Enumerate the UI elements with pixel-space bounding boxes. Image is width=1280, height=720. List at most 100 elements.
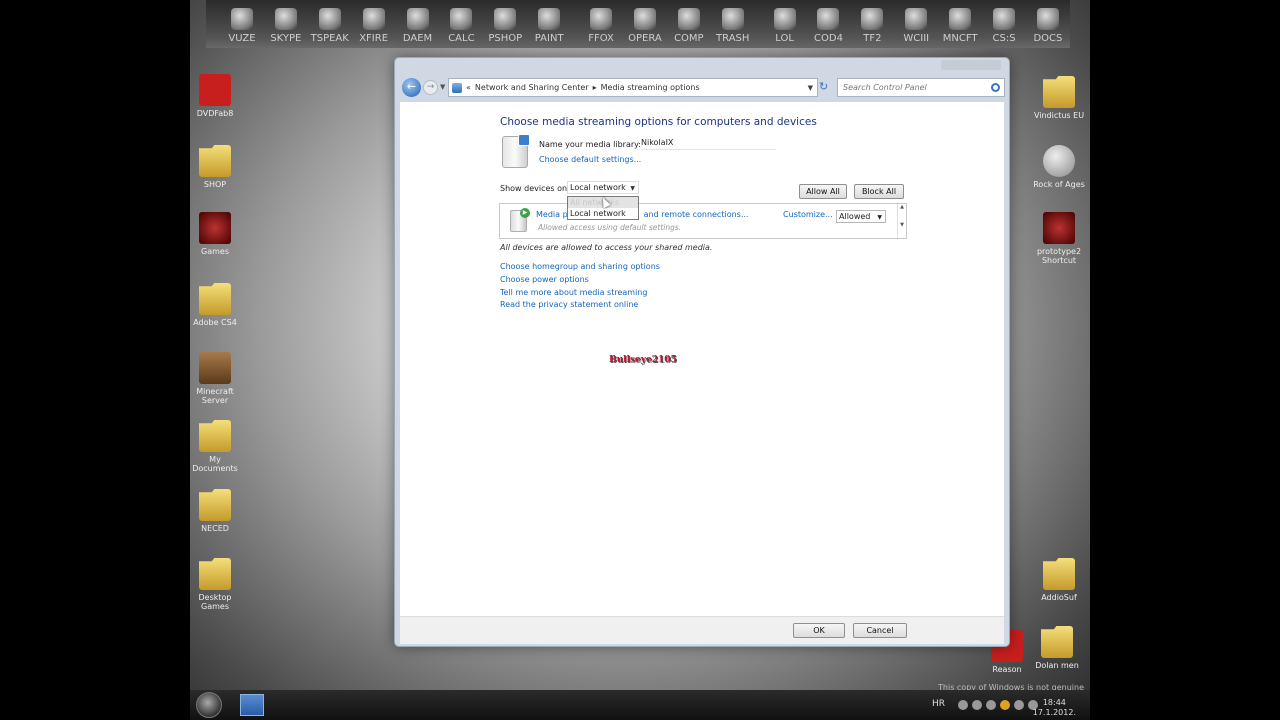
dock-item-opera[interactable]: OPERA (623, 8, 667, 44)
media-streaming-help-link[interactable]: Tell me more about media streaming (500, 288, 647, 297)
desktop-icon-my-documents[interactable]: My Documents (190, 420, 244, 473)
dock-item-docs[interactable]: DOCS (1026, 8, 1070, 44)
paint-icon (538, 8, 561, 30)
dock-item-pshop[interactable]: PSHOP (483, 8, 527, 44)
library-name-field[interactable]: NikolaIX (641, 138, 776, 150)
desktop-icon-adobe[interactable]: Adobe CS4 (190, 283, 244, 327)
ok-button[interactable]: OK (793, 623, 845, 638)
homegroup-sharing-link[interactable]: Choose homegroup and sharing options (500, 262, 660, 271)
search-placeholder: Search Control Panel (843, 83, 927, 92)
warcraft-icon (905, 8, 928, 30)
option-local-network[interactable]: Local network (568, 208, 638, 219)
cancel-button[interactable]: Cancel (853, 623, 907, 638)
desktop-icon-dolan-men[interactable]: Dolan men (1028, 626, 1086, 670)
allow-all-button[interactable]: Allow All (799, 184, 847, 199)
show-devices-label: Show devices on: (500, 184, 570, 193)
clock[interactable]: 18:44 17.1.2012. (1033, 698, 1076, 718)
dock-item-comp[interactable]: COMP (667, 8, 711, 44)
dock-item-label: LOL (775, 33, 794, 44)
dock-item-calc[interactable]: CALC (439, 8, 483, 44)
dock-item-tspeak[interactable]: TSPEAK (308, 8, 352, 44)
desktop-icon-desktop-games[interactable]: Desktop Games (190, 558, 244, 611)
control-panel-icon (452, 82, 462, 93)
dock-item-label: COMP (674, 33, 704, 44)
dock-item-trash[interactable]: TRASH (711, 8, 755, 44)
forward-button[interactable]: → (423, 80, 438, 95)
dock-item-vuze[interactable]: VUZE (220, 8, 264, 44)
network-icon[interactable] (1014, 700, 1024, 710)
media-library-icon (502, 134, 530, 168)
dock-item-skype[interactable]: SKYPE (264, 8, 308, 44)
dock-item-cod4[interactable]: COD4 (807, 8, 851, 44)
desktop-icon-games[interactable]: Games (190, 212, 244, 256)
recent-pages-dropdown[interactable]: ▼ (440, 83, 445, 91)
dock-item-daem[interactable]: DAEM (396, 8, 440, 44)
desktop-icon-vindictus[interactable]: Vindictus EU (1030, 76, 1088, 120)
search-input[interactable]: Search Control Panel (837, 78, 1005, 97)
start-button[interactable] (196, 692, 222, 718)
dvdfab-icon (199, 74, 231, 106)
dock-item-paint[interactable]: PAINT (527, 8, 571, 44)
clock-date: 17.1.2012. (1032, 708, 1076, 717)
clock-time: 18:44 (1042, 698, 1066, 707)
device-access-value: Allowed (839, 212, 871, 221)
dock-item-wciii[interactable]: WCIII (894, 8, 938, 44)
device-list: ▶ Media p and remote connections... Allow… (499, 203, 907, 239)
folder-icon (199, 283, 231, 315)
play-icon: ▶ (520, 208, 530, 218)
show-devices-select[interactable]: Local network ▼ (567, 181, 639, 194)
block-all-button[interactable]: Block All (854, 184, 904, 199)
teamspeak-icon (318, 8, 341, 30)
dock-item-css[interactable]: CS:S (982, 8, 1026, 44)
minecraft-icon (949, 8, 972, 30)
tray-icon[interactable] (1000, 700, 1010, 710)
breadcrumb-media-streaming[interactable]: Media streaming options (601, 83, 700, 92)
privacy-statement-link[interactable]: Read the privacy statement online (500, 300, 638, 309)
desktop-icon-label: Minecraft Server (196, 387, 234, 405)
media-streaming-window: ← → ▼ « Network and Sharing Center ▸ Med… (394, 57, 1010, 647)
tray-icon[interactable] (986, 700, 996, 710)
choose-default-settings-link[interactable]: Choose default settings... (539, 155, 641, 164)
dock-item-lol[interactable]: LOL (763, 8, 807, 44)
library-name-label: Name your media library: (539, 140, 641, 149)
desktop-icon-shop[interactable]: SHOP (190, 145, 244, 189)
taskbar-control-panel-button[interactable] (240, 694, 264, 716)
search-icon (991, 83, 1000, 92)
skype-icon (274, 8, 297, 30)
desktop-icon-dvdfab[interactable]: DVDFab8 (190, 74, 244, 118)
back-button[interactable]: ← (402, 78, 421, 97)
language-indicator[interactable]: HR (932, 699, 945, 709)
device-access-select[interactable]: Allowed ▼ (836, 210, 886, 223)
desktop-icon-neced[interactable]: NECED (190, 489, 244, 533)
desktop-icon-prototype2[interactable]: prototype2 Shortcut (1030, 212, 1088, 265)
window-controls[interactable] (941, 60, 1001, 70)
dialog-footer: OK Cancel (400, 616, 1004, 644)
breadcrumb[interactable]: « Network and Sharing Center ▸ Media str… (448, 78, 818, 97)
dock-item-xfire[interactable]: XFIRE (352, 8, 396, 44)
desktop-icon-rock-of-ages[interactable]: Rock of Ages (1030, 145, 1088, 189)
dock-item-ffox[interactable]: FFOX (579, 8, 623, 44)
tray-icon[interactable] (972, 700, 982, 710)
dock-item-tf2[interactable]: TF2 (850, 8, 894, 44)
dock-item-label: XFIRE (359, 33, 389, 44)
content-pane: Choose media streaming options for compu… (400, 102, 1004, 616)
desktop-icon-label: Rock of Ages (1033, 180, 1085, 189)
desktop-icon-minecraft-server[interactable]: Minecraft Server (190, 352, 244, 405)
rock-of-ages-icon (1043, 145, 1075, 177)
dock-item-label: FFOX (588, 33, 614, 44)
dock-item-mncft[interactable]: MNCFT (938, 8, 982, 44)
power-options-link[interactable]: Choose power options (500, 275, 589, 284)
folder-icon (199, 558, 231, 590)
dock-item-label: TSPEAK (310, 33, 349, 44)
address-dropdown-icon[interactable]: ▼ (808, 84, 813, 92)
customize-link[interactable]: Customize... (783, 210, 833, 219)
desktop-icon-addiosuf[interactable]: AddioSuf (1030, 558, 1088, 602)
desktop-icon-label: Reason (992, 665, 1022, 674)
device-list-scrollbar[interactable]: ▲ ▼ (897, 204, 906, 238)
dock-item-label: PSHOP (488, 33, 523, 44)
dock-item-label: TF2 (863, 33, 882, 44)
refresh-icon[interactable]: ↻ (819, 80, 828, 93)
breadcrumb-network-sharing[interactable]: Network and Sharing Center (475, 83, 589, 92)
address-bar: ← → ▼ « Network and Sharing Center ▸ Med… (399, 77, 1007, 99)
tray-icon[interactable] (958, 700, 968, 710)
